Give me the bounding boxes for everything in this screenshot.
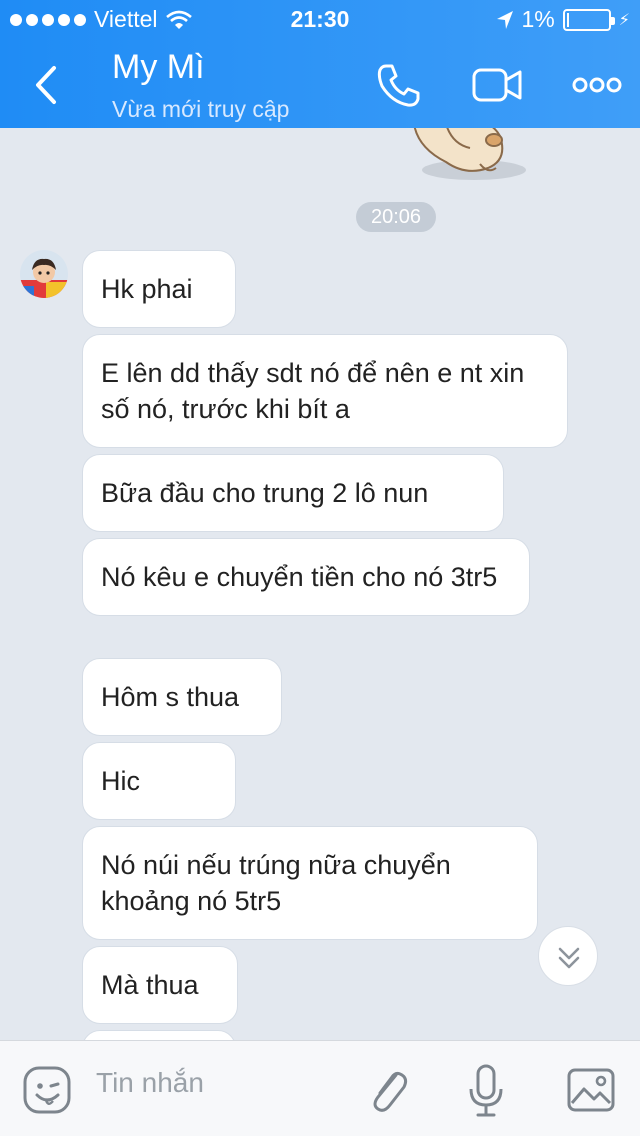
- back-icon[interactable]: [26, 60, 66, 110]
- attach-icon[interactable]: [366, 1065, 410, 1115]
- header: Viettel 21:30 1% ⚡ My Mì Vừa mới truy cậ…: [0, 0, 640, 128]
- message-list[interactable]: 20:06 Hk phai E lên dd thấy sdt nó để nê…: [0, 128, 640, 1040]
- chevron-double-down-icon: [558, 947, 580, 969]
- sticker-image[interactable]: [396, 128, 536, 188]
- status-right: 1% ⚡: [496, 6, 630, 33]
- message-bubble[interactable]: Hôm s thua: [82, 658, 282, 736]
- avatar-image: [20, 250, 68, 298]
- message-bubble[interactable]: Hk phai: [82, 250, 236, 328]
- contact-name[interactable]: My Mì: [112, 48, 205, 87]
- video-icon[interactable]: [470, 60, 524, 110]
- message-input[interactable]: Tin nhắn: [96, 1067, 204, 1099]
- message-bubble[interactable]: Bữa đầu cho trung 2 lô nun: [82, 454, 504, 532]
- status-bar: Viettel 21:30 1% ⚡: [0, 0, 640, 40]
- message-bubble[interactable]: Mà thua: [82, 946, 238, 1024]
- more-icon[interactable]: [570, 60, 624, 110]
- message-bubble[interactable]: Nó kêu e chuyển tiền cho nó 3tr5: [82, 538, 530, 616]
- avatar[interactable]: [20, 250, 68, 298]
- battery-percent: 1%: [521, 6, 555, 32]
- contact-status: Vừa mới truy cập: [112, 96, 290, 122]
- image-icon[interactable]: [566, 1067, 616, 1113]
- message-bubble-partial[interactable]: [82, 1030, 236, 1040]
- scroll-to-bottom-button[interactable]: [538, 926, 598, 986]
- timestamp-pill: 20:06: [356, 202, 436, 232]
- battery-fill: [566, 12, 569, 27]
- composer-bar: Tin nhắn: [0, 1040, 640, 1136]
- message-bubble[interactable]: E lên dd thấy sdt nó để nên e nt xin số …: [82, 334, 568, 448]
- phone-icon[interactable]: [372, 60, 426, 110]
- message-bubble[interactable]: Nó núi nếu trúng nữa chuyển khoảng nó 5t…: [82, 826, 538, 940]
- location-arrow-icon: [496, 10, 513, 29]
- emoji-icon[interactable]: [22, 1065, 72, 1115]
- message-bubble[interactable]: Hic: [82, 742, 236, 820]
- mic-icon[interactable]: [466, 1063, 506, 1119]
- battery-icon: [562, 8, 615, 31]
- nav-bar: My Mì Vừa mới truy cập: [0, 40, 640, 128]
- chat-screen: Viettel 21:30 1% ⚡ My Mì Vừa mới truy cậ…: [0, 0, 640, 1136]
- charging-bolt-icon: ⚡: [618, 11, 630, 29]
